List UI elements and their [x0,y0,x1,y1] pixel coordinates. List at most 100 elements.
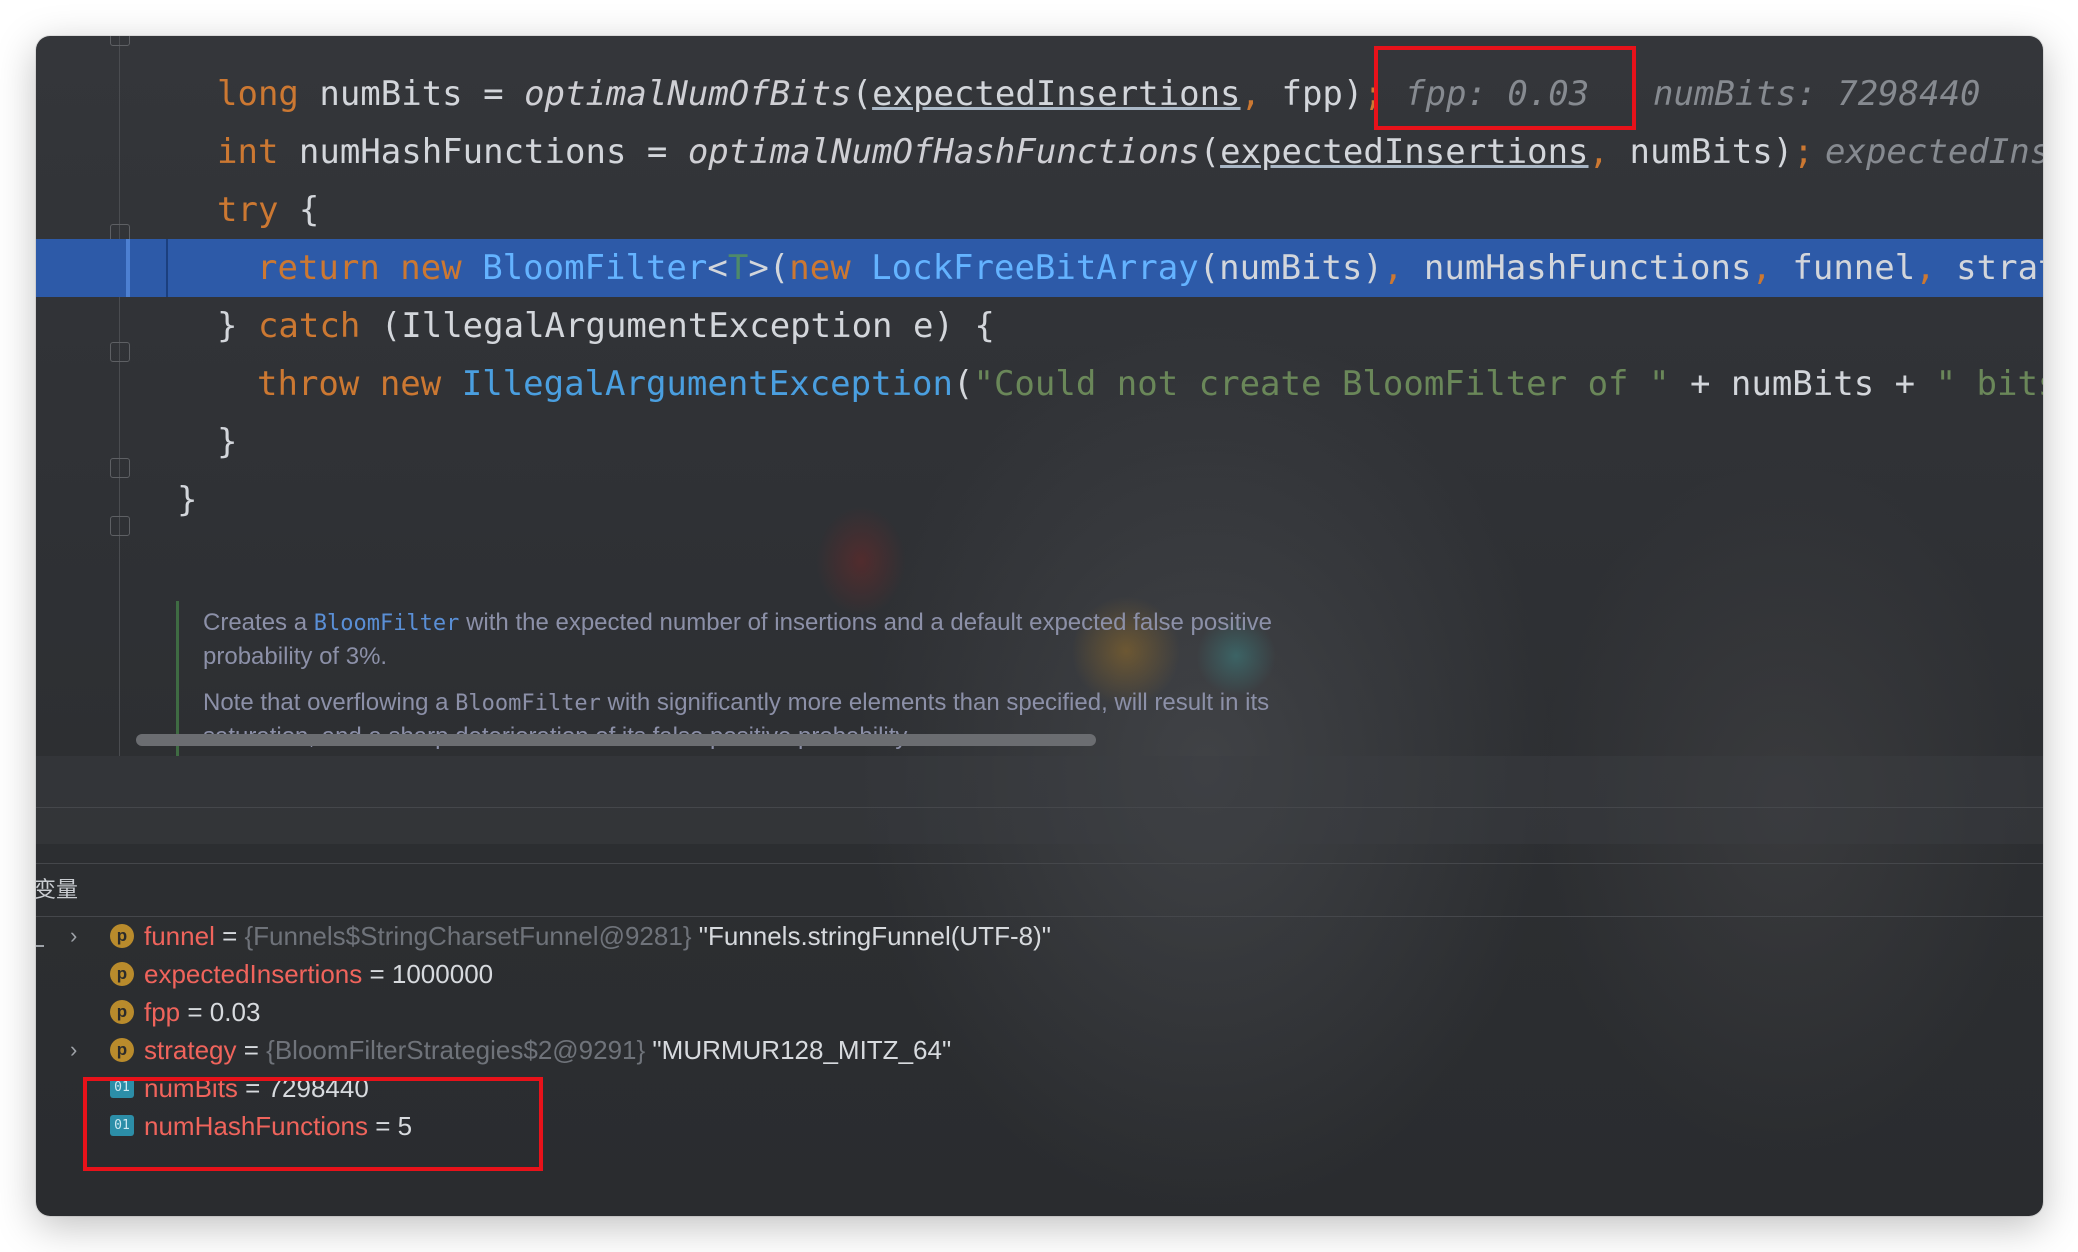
annotation-box [1374,46,1636,130]
debug-toolbar[interactable] [36,756,2043,844]
keyword: try [217,190,279,230]
code-text: >( [748,248,790,288]
code-text: } [177,480,198,520]
class-name: LockFreeBitArray [850,248,1199,288]
variable-text: strategy = {BloomFilterStrategies$2@9291… [144,1030,951,1070]
method-call: optimalNumOfHashFunctions [687,132,1200,172]
variable-row[interactable]: p expectedInsertions = 1000000 [36,954,2043,994]
equals-sign: = [180,997,210,1027]
code-line[interactable]: } catch (IllegalArgumentException e) { [36,297,2043,355]
panel-marker [36,945,44,947]
horizontal-scrollbar[interactable] [136,734,1096,746]
code-text: (numBits) [1198,248,1383,288]
punctuation: ; [1793,132,1814,172]
punctuation: , [1382,248,1404,288]
parameter: expectedInsertions [872,74,1241,114]
variable-name: fpp [144,997,181,1027]
variable-text: expectedInsertions = 1000000 [144,954,493,994]
rendered-javadoc: Creates a BloomFilter with the expected … [176,601,1639,756]
doc-paragraph: probability of 3%. [203,640,1623,674]
variable-value: "MURMUR128_MITZ_64" [645,1035,952,1065]
variable-name: expectedInsertions [144,959,363,989]
variable-row[interactable]: p fpp = 0.03 [36,992,2043,1032]
equals-sign: = [236,1035,267,1065]
code-text: fpp) [1261,74,1364,114]
class-name: BloomFilter [461,248,708,288]
parameter-icon: p [110,962,134,986]
variable-type: {Funnels$StringCharsetFunnel@9281} [244,921,692,951]
punctuation: , [1588,132,1610,172]
code-text: (IllegalArgumentException e) { [360,306,995,346]
annotation-box [83,1077,543,1171]
variable-name: strategy [144,1035,237,1065]
parameter: expectedInsertions [1220,132,1589,172]
doc-text: Note that overflowing a [203,689,456,716]
divider [36,807,2043,808]
code-text: numHashFunctions = [278,132,688,172]
variable-row[interactable]: › p strategy = {BloomFilterStrategies$2@92… [36,1030,2043,1070]
inline-value-hint: numBits: 7298440 [1653,74,1981,114]
chevron-right-icon[interactable]: › [70,916,90,956]
code-text: numBits = [298,74,525,114]
code-text: funnel [1771,248,1916,288]
execution-point-marker [126,239,130,297]
code-line[interactable]: } [36,413,2043,471]
code-text: ( [851,74,873,114]
equals-sign: = [362,959,392,989]
variable-name: funnel [144,921,215,951]
code-text: ( [953,364,974,404]
code-text: } [217,306,258,346]
method-call: optimalNumOfBits [524,74,852,114]
code-line[interactable]: long numBits = optimalNumOfBits(expected… [36,65,2043,123]
string-literal: "Could not create BloomFilter of " [973,364,1670,404]
code-line[interactable]: } [36,471,2043,529]
keyword: new [789,248,851,288]
code-line[interactable]: throw new IllegalArgumentException("Coul… [36,355,2043,413]
variable-text: fpp = 0.03 [144,992,260,1032]
keyword: new [379,248,462,288]
doc-code: BloomFilter [455,691,601,716]
variable-row[interactable]: › p funnel = {Funnels$StringCharsetFunnel@… [36,916,2043,956]
class-name: IllegalArgumentException [441,364,953,404]
equals-sign: = [214,921,245,951]
fold-marker-icon[interactable] [110,36,130,46]
keyword: throw [257,364,360,404]
doc-paragraph: Note that overflowing a BloomFilter with… [203,686,1623,721]
code-text: { [278,190,320,230]
string-literal: " bits" [1935,364,2043,404]
code-text: } [217,422,238,462]
doc-text: Creates a [203,609,314,636]
doc-text: with significantly more elements than sp… [600,689,1270,716]
punctuation: , [1751,248,1772,288]
doc-text: probability of 3%. [203,643,388,670]
parameter-icon: p [110,1038,134,1062]
code-text: strateg [1956,248,2043,288]
keyword: long [217,74,299,114]
ide-window: long numBits = optimalNumOfBits(expected… [36,36,2043,1216]
code-line[interactable]: int numHashFunctions = optimalNumOfHashF… [36,123,2043,181]
variable-text: funnel = {Funnels$StringCharsetFunnel@92… [144,916,1051,956]
doc-text: with the expected number of insertions a… [459,609,1272,636]
chevron-right-icon[interactable]: › [70,1030,90,1070]
punctuation: , [1240,74,1262,114]
punctuation: , [1915,248,1936,288]
code-text: numHashFunctions [1403,248,1752,288]
keyword: catch [257,306,361,346]
keyword: int [217,132,279,172]
keyword: new [359,364,442,404]
variable-value: "Funnels.stringFunnel(UTF-8)" [691,921,1051,951]
code-text: ( [1199,132,1221,172]
variable-value: 0.03 [209,997,261,1027]
code-editor[interactable]: long numBits = optimalNumOfBits(expected… [36,36,2043,756]
type-parameter: T [727,248,749,288]
current-execution-line[interactable]: return new BloomFilter<T>(new LockFreeBi… [36,239,2043,297]
divider [36,863,2043,864]
parameter-icon: p [110,1000,134,1024]
doc-link[interactable]: BloomFilter [314,611,460,636]
parameter-icon: p [110,924,134,948]
inline-value-hint: expectedIns [1825,132,2043,172]
doc-paragraph: Creates a BloomFilter with the expected … [203,606,1623,641]
code-text: numBits) [1609,132,1794,172]
execution-point-marker [166,239,168,297]
code-line[interactable]: try { [36,181,2043,239]
